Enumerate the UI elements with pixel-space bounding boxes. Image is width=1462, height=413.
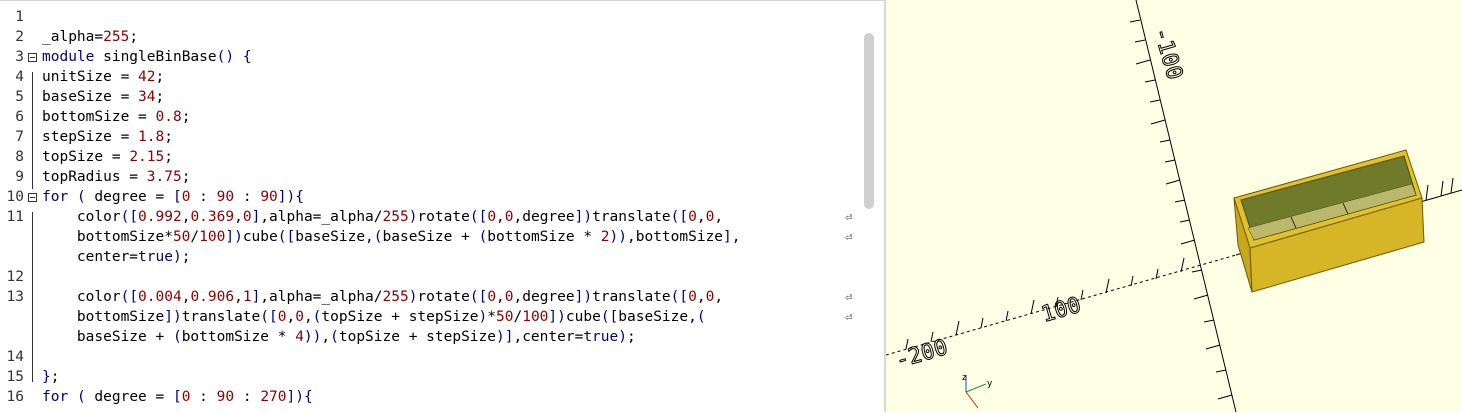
fold-guide	[32, 212, 33, 382]
code-line[interactable]: baseSize = 34;	[42, 87, 164, 107]
editor-scrollbar[interactable]	[858, 11, 880, 413]
line-wrap-icon: ⏎	[845, 290, 853, 304]
line-number: 10	[6, 189, 24, 205]
line-number: 15	[6, 369, 24, 385]
code-line[interactable]: unitSize = 42;	[42, 67, 164, 87]
code-line[interactable]: _alpha=255;	[42, 27, 138, 47]
line-number: 3	[15, 49, 24, 65]
code-line[interactable]: topRadius = 3.75;	[42, 167, 190, 187]
line-number: 9	[15, 169, 24, 185]
gizmo-y-label: y	[987, 379, 993, 389]
3d-scene[interactable]: -200 100 -100 z y	[886, 0, 1462, 412]
code-line[interactable]: for ( degree = [0 : 90 : 270]){	[42, 387, 313, 407]
orientation-gizmo: z y	[962, 373, 993, 409]
code-line[interactable]: };	[42, 367, 59, 387]
code-line[interactable]: color([0.992,0.369,0],alpha=_alpha/255)r…	[42, 207, 723, 227]
scrollbar-thumb[interactable]	[864, 33, 874, 209]
line-number: 16	[6, 389, 24, 405]
line-number: 5	[15, 89, 24, 105]
code-line[interactable]: topSize = 2.15;	[42, 147, 173, 167]
axis-label-minus-200: -200	[893, 335, 951, 374]
axis-label-100: 100	[1039, 293, 1084, 328]
gizmo-z-label: z	[962, 373, 967, 383]
code-line[interactable]: bottomSize = 0.8;	[42, 107, 190, 127]
code-line[interactable]: center=true);	[42, 247, 191, 267]
line-number: 2	[15, 29, 24, 45]
code-line[interactable]: for ( degree = [0 : 90 : 90]){	[42, 187, 304, 207]
line-number: 6	[15, 109, 24, 125]
line-wrap-icon: ⏎	[845, 310, 853, 324]
line-number: 14	[6, 349, 24, 365]
line-number: 7	[15, 129, 24, 145]
3d-preview-viewport[interactable]: -200 100 -100 z y	[886, 0, 1462, 412]
code-line[interactable]: baseSize + (bottomSize * 4)),(topSize + …	[42, 327, 636, 347]
line-number: 13	[6, 289, 24, 305]
code-editor[interactable]: 1 2 3 4 5 6 7 8 9 10 11 12 13 14 15 16 _alpha=255; modul…	[0, 0, 884, 413]
y-axis-line	[1135, 0, 1237, 412]
line-number-gutter: 1 2 3 4 5 6 7 8 9 10 11 12 13 14 15 16	[0, 1, 42, 413]
line-wrap-icon: ⏎	[845, 230, 853, 244]
code-line[interactable]: module singleBinBase() {	[42, 47, 252, 67]
line-wrap-icon: ⏎	[845, 210, 853, 224]
line-number: 8	[15, 149, 24, 165]
code-line[interactable]: bottomSize*50/100])cube([baseSize,(baseS…	[42, 227, 741, 247]
fold-guide	[32, 72, 33, 189]
line-number: 11	[6, 209, 24, 225]
line-number: 1	[15, 9, 24, 25]
line-number: 4	[15, 69, 24, 85]
bin-model[interactable]	[1233, 149, 1425, 293]
code-line[interactable]: bottomSize])translate([0,0,(topSize + st…	[42, 307, 706, 327]
code-line[interactable]: stepSize = 1.8;	[42, 127, 173, 147]
fold-toggle-icon[interactable]	[28, 53, 37, 62]
fold-toggle-icon[interactable]	[28, 193, 37, 202]
line-number: 12	[6, 269, 24, 285]
code-line[interactable]: color([0.004,0.906,1],alpha=_alpha/255)r…	[42, 287, 723, 307]
